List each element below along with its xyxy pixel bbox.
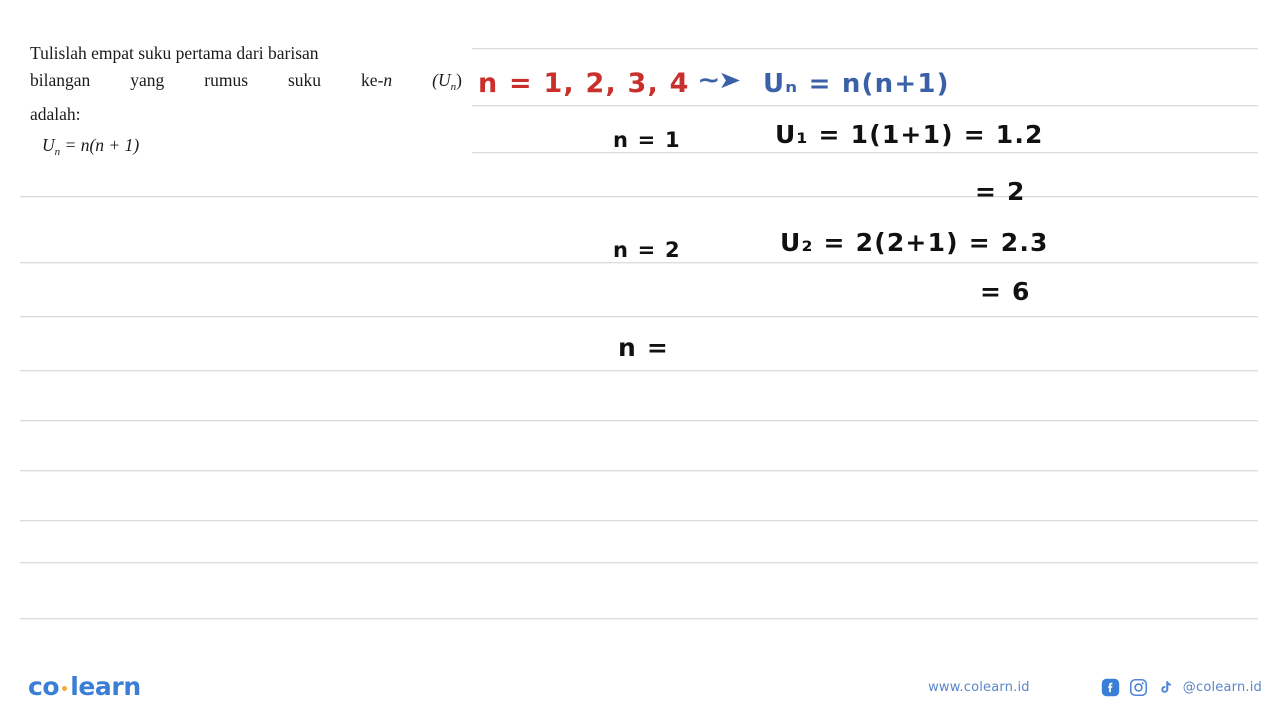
ruled-line-full-2 [20,316,1258,317]
handwritten-n-eq-2: n = 2 [613,238,681,262]
ruled-line-full-1 [20,262,1258,263]
ruled-line-short-2 [472,152,1258,153]
instagram-icon[interactable] [1129,678,1148,697]
ruled-line-full-3 [20,370,1258,371]
handwritten-u1-result: = 2 [975,177,1026,206]
ruled-line-full-0 [20,196,1258,197]
ruled-line-full-5 [20,470,1258,471]
handwritten-u2-line: U₂ = 2(2+1) = 2.3 [780,228,1049,257]
handwritten-n-values: n = 1, 2, 3, 4 [478,68,690,99]
website-url[interactable]: www.colearn.id [928,680,1030,695]
ruled-line-short-0 [472,48,1258,49]
ruled-line-full-4 [20,420,1258,421]
question-text-block: Tulislah empat suku pertama dari barisan… [30,40,462,166]
social-handle[interactable]: @colearn.id [1183,680,1262,695]
q2-w2: yang [130,70,165,90]
logo-dot-icon [62,686,68,691]
ruled-line-full-6 [20,520,1258,521]
handwritten-un-formula: Uₙ = n(n+1) [763,69,950,99]
handwritten-arrow: ~➤ [697,66,741,94]
q2-italic-n: n [383,70,393,90]
handwritten-n-eq-1: n = 1 [613,128,681,152]
q2-w6: (Un) [432,70,462,93]
tiktok-icon[interactable] [1157,678,1174,697]
question-formula: Un = n(n + 1) [42,132,462,166]
ruled-line-short-1 [472,105,1258,106]
ruled-line-full-8 [20,618,1258,619]
handwritten-n-eq-blank: n = [618,333,670,362]
worksheet-page: Tulislah empat suku pertama dari barisan… [0,0,1280,720]
logo-text-learn: learn [70,672,141,701]
handwritten-u1-line: U₁ = 1(1+1) = 1.2 [775,120,1044,149]
question-line-1-text: Tulislah empat suku pertama dari barisan [30,43,319,63]
ruled-line-full-7 [20,562,1258,563]
formula-lhs: U [42,135,55,155]
logo-text-co: co [28,672,60,701]
question-line-1: Tulislah empat suku pertama dari barisan [30,40,462,67]
formula-rhs: = n(n + 1) [64,135,140,155]
q2-w4: suku [288,70,322,90]
q2-w5: ke-n [361,70,393,90]
footer-links: www.colearn.id @colearn.id [928,678,1262,697]
facebook-icon[interactable] [1101,678,1120,697]
handwritten-u2-result: = 6 [980,277,1031,306]
question-line-3: adalah: [30,104,81,124]
q2-w1: bilangan [30,70,91,90]
formula-lhs-subscript: n [54,146,61,158]
q2-w3: rumus [204,70,249,90]
colearn-logo: co learn [28,672,141,701]
question-line-2: bilangan yang rumus suku ke-n (Un) [30,67,462,101]
